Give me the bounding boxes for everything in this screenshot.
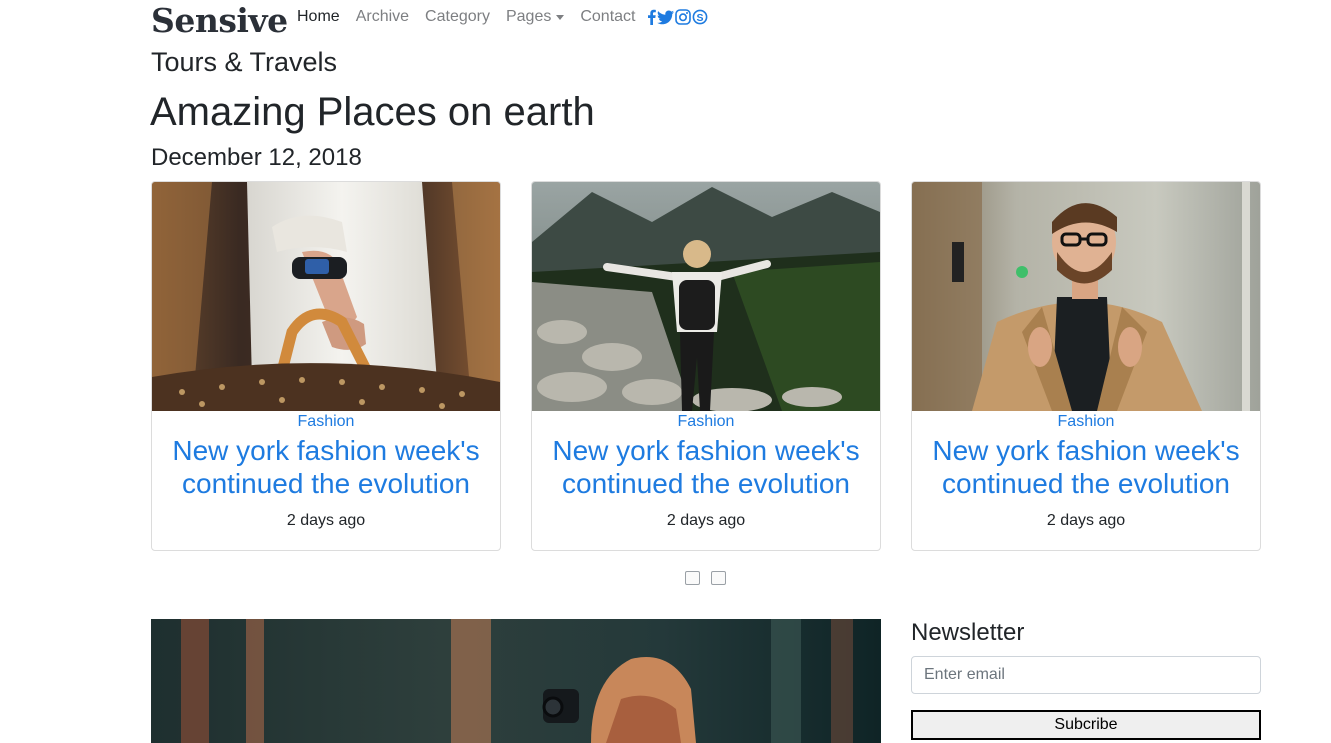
nav-pages-label: Pages xyxy=(505,8,552,25)
post-date: December 12, 2018 xyxy=(151,144,362,171)
card-timestamp: 2 days ago xyxy=(1046,512,1126,529)
page-title: Amazing Places on earth xyxy=(150,90,595,134)
card-title-link[interactable]: New york fashion week's continued the ev… xyxy=(922,434,1250,500)
card-category-link[interactable]: Fashion xyxy=(912,413,1260,431)
nav-home[interactable]: Home xyxy=(297,8,340,26)
nav-contact[interactable]: Contact xyxy=(580,8,635,26)
card-image-hiker[interactable] xyxy=(532,182,880,411)
post-card[interactable]: Fashion New york fashion week's continue… xyxy=(151,181,501,551)
card-image-handbag[interactable] xyxy=(152,182,500,411)
instagram-icon[interactable] xyxy=(675,9,691,25)
facebook-icon[interactable] xyxy=(647,9,656,25)
card-category-link[interactable]: Fashion xyxy=(532,413,880,431)
featured-post-image[interactable] xyxy=(151,619,881,743)
skype-icon[interactable]: S xyxy=(692,9,708,25)
nav-archive[interactable]: Archive xyxy=(356,8,409,26)
post-card[interactable]: Fashion New york fashion week's continue… xyxy=(911,181,1261,551)
card-category-link[interactable]: Fashion xyxy=(152,413,500,431)
category-heading: Tours & Travels xyxy=(151,47,338,77)
card-title-link[interactable]: New york fashion week's continued the ev… xyxy=(162,434,490,500)
card-title-link[interactable]: New york fashion week's continued the ev… xyxy=(542,434,870,500)
caret-down-icon xyxy=(556,15,565,20)
nav-pages-dropdown[interactable]: Pages xyxy=(505,8,565,26)
site-logo[interactable]: Sensive xyxy=(151,1,288,40)
carousel-prev-icon[interactable] xyxy=(685,571,700,585)
twitter-icon[interactable] xyxy=(657,9,674,25)
svg-text:S: S xyxy=(696,12,703,24)
card-timestamp: 2 days ago xyxy=(286,512,366,529)
card-image-man[interactable] xyxy=(912,182,1260,411)
newsletter-title: Newsletter xyxy=(911,619,1025,646)
carousel-next-icon[interactable] xyxy=(711,571,726,585)
social-links: S xyxy=(647,9,708,25)
card-timestamp: 2 days ago xyxy=(666,512,746,529)
subscribe-button[interactable]: Subcribe xyxy=(911,710,1261,740)
main-nav: Home Archive Category Pages Contact xyxy=(297,8,651,26)
nav-category[interactable]: Category xyxy=(425,8,490,26)
email-input[interactable] xyxy=(911,656,1261,694)
post-card[interactable]: Fashion New york fashion week's continue… xyxy=(531,181,881,551)
